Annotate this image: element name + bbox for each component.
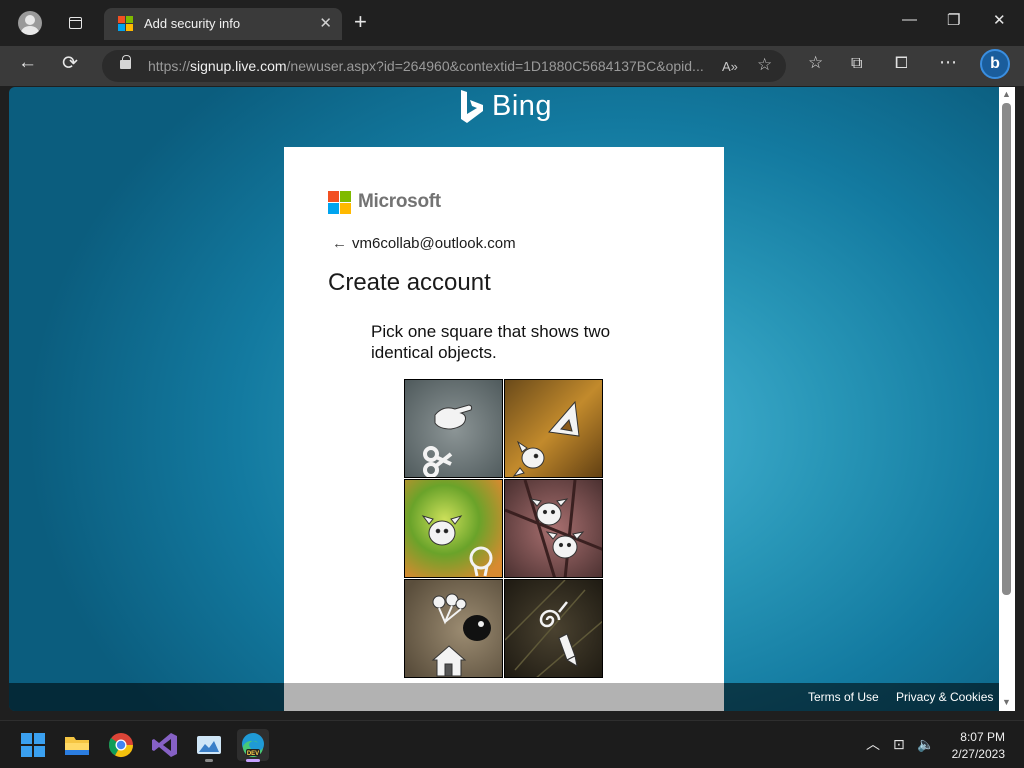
- extensions-icon[interactable]: ⧠: [895, 55, 908, 73]
- puzzle-prompt: Pick one square that shows two identical…: [371, 322, 611, 362]
- edge-dev-icon[interactable]: DEV: [237, 729, 269, 762]
- tab-title: Add security info: [144, 16, 241, 31]
- puzzle-tile-6[interactable]: [504, 579, 603, 678]
- microsoft-logo-icon: [328, 191, 351, 214]
- clock-time: 8:07 PM: [960, 730, 1005, 744]
- terms-of-use-link[interactable]: Terms of Use: [808, 690, 879, 704]
- address-bar[interactable]: https://signup.live.com/newuser.aspx?id=…: [102, 50, 786, 82]
- more-icon[interactable]: ⋯: [939, 52, 957, 73]
- signup-card: Microsoft ← vm6collab@outlook.com Create …: [284, 147, 724, 711]
- new-tab-button[interactable]: +: [354, 10, 367, 34]
- page-title: Create account: [328, 269, 491, 296]
- bing-wordmark: Bing: [492, 90, 553, 122]
- account-back-row[interactable]: ← vm6collab@outlook.com: [332, 235, 516, 252]
- close-tab-icon[interactable]: ✕: [319, 14, 332, 32]
- puzzle-tile-1[interactable]: [404, 379, 503, 478]
- scroll-up-icon[interactable]: ▲: [1002, 89, 1011, 99]
- browser-tab-bar: Add security info ✕ + — ❐ ✕: [0, 0, 1024, 46]
- minimize-button[interactable]: —: [902, 11, 917, 28]
- volume-icon[interactable]: 🔈: [917, 736, 934, 753]
- lock-icon[interactable]: [120, 55, 131, 69]
- add-favorite-icon[interactable]: ☆: [757, 55, 772, 75]
- microsoft-favicon-icon: [118, 16, 134, 32]
- url-text[interactable]: https://signup.live.com/newuser.aspx?id=…: [148, 58, 708, 74]
- clock-date: 2/27/2023: [951, 747, 1005, 761]
- tray-overflow-chevron-icon[interactable]: ︿: [866, 734, 880, 754]
- chrome-icon[interactable]: [105, 729, 137, 761]
- puzzle-tile-4[interactable]: [504, 479, 603, 578]
- bing-b-icon: [461, 90, 483, 123]
- page-scrollbar[interactable]: ▲ ▼: [999, 87, 1015, 711]
- page-viewport: Bing Microsoft ← vm6collab@outlook.com Cr…: [9, 87, 999, 711]
- browser-toolbar: ← ⟳ https://signup.live.com/newuser.aspx…: [0, 46, 1024, 86]
- tab-actions-icon[interactable]: [62, 11, 88, 35]
- back-arrow-icon[interactable]: ←: [332, 235, 352, 252]
- back-icon[interactable]: ←: [18, 52, 37, 74]
- scroll-down-icon[interactable]: ▼: [1002, 697, 1011, 707]
- puzzle-tile-2[interactable]: [504, 379, 603, 478]
- puzzle-tile-5[interactable]: [404, 579, 503, 678]
- taskbar-clock[interactable]: 8:07 PM 2/27/2023: [945, 729, 1005, 763]
- account-email: vm6collab@outlook.com: [352, 235, 516, 252]
- microsoft-wordmark: Microsoft: [358, 191, 441, 212]
- close-window-button[interactable]: ✕: [993, 11, 1006, 29]
- file-explorer-icon[interactable]: [61, 729, 93, 761]
- favorites-icon[interactable]: ☆: [808, 53, 823, 73]
- restore-button[interactable]: ❐: [947, 11, 960, 29]
- start-icon[interactable]: [17, 729, 49, 761]
- privacy-cookies-link[interactable]: Privacy & Cookies: [896, 690, 993, 704]
- svg-text:DEV: DEV: [247, 751, 259, 757]
- visual-studio-icon[interactable]: [149, 729, 181, 761]
- puzzle-grid: [404, 379, 604, 679]
- read-aloud-icon[interactable]: A»: [722, 59, 738, 74]
- puzzle-tile-3[interactable]: [404, 479, 503, 578]
- bing-chat-icon[interactable]: b: [980, 49, 1010, 79]
- scroll-thumb[interactable]: [1002, 103, 1011, 595]
- page-footer: Terms of Use Privacy & Cookies: [9, 683, 999, 711]
- windows-taskbar: DEV ︿ ⊡ 🔈 8:07 PM 2/27/2023: [0, 720, 1024, 768]
- network-icon[interactable]: ⊡: [893, 736, 905, 753]
- tab-add-security-info[interactable]: Add security info ✕: [104, 8, 342, 40]
- collections-icon[interactable]: ⧉: [851, 55, 862, 73]
- refresh-icon[interactable]: ⟳: [62, 52, 78, 75]
- photos-icon[interactable]: [193, 729, 225, 762]
- profile-icon[interactable]: [18, 11, 42, 35]
